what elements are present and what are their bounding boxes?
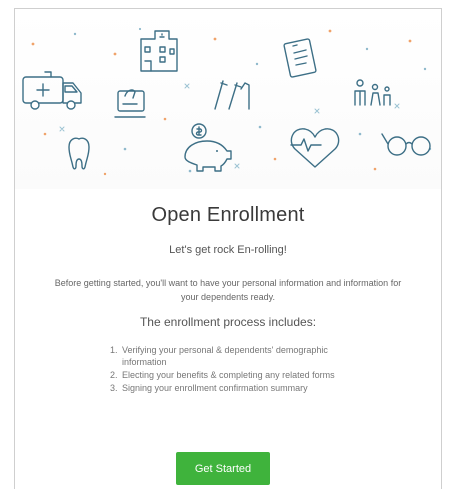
step-number: 2. (110, 370, 118, 380)
list-item: 1. Verifying your personal & dependents'… (110, 344, 370, 368)
eyeglasses-icon (381, 133, 431, 156)
step-text: Verifying your personal & dependents' de… (122, 345, 328, 367)
intro-text: Before getting started, you'll want to h… (54, 278, 402, 302)
enrollment-card: Open Enrollment Let's get rock En-rollin… (14, 8, 442, 489)
hand-with-card-icon (114, 89, 146, 118)
family-icon (354, 79, 391, 106)
get-started-button[interactable]: Get Started (176, 452, 270, 485)
crutches-icon (214, 80, 250, 110)
ambulance-icon (22, 71, 82, 110)
hero-illustration (15, 9, 441, 189)
heart-pulse-icon (290, 128, 340, 168)
process-heading: The enrollment process includes: (139, 315, 317, 329)
hospital-building-icon (140, 30, 178, 72)
piggy-bank-icon (184, 123, 232, 172)
medical-form-icon (283, 38, 317, 78)
list-item: 2. Electing your benefits & completing a… (110, 369, 370, 381)
list-item: 3. Signing your enrollment confirmation … (110, 382, 370, 394)
page-title: Open Enrollment (151, 204, 305, 226)
step-text: Electing your benefits & completing any … (122, 370, 335, 380)
tagline: Let's get rock En-rolling! (169, 244, 287, 256)
step-text: Signing your enrollment confirmation sum… (122, 383, 308, 393)
tooth-icon (68, 137, 90, 170)
step-number: 1. (110, 345, 118, 355)
step-number: 3. (110, 383, 118, 393)
enrollment-steps-list: 1. Verifying your personal & dependents'… (110, 344, 370, 395)
